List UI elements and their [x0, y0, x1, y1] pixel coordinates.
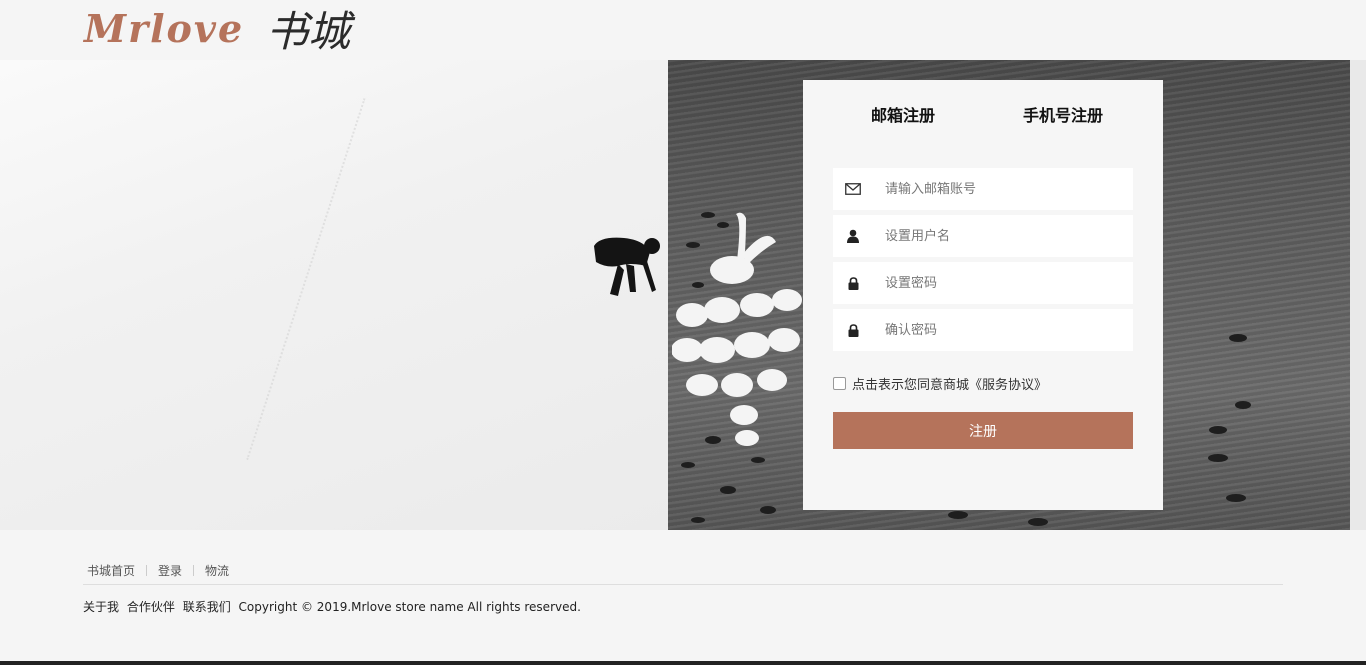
lock-icon	[833, 309, 873, 351]
agreement-row: 点击表示您同意商城《服务协议》	[833, 374, 1047, 393]
footer-divider	[193, 565, 195, 576]
user-icon	[833, 215, 873, 257]
bottom-bar	[0, 661, 1366, 665]
confirm-password-input[interactable]	[883, 321, 1127, 339]
footer-divider	[146, 565, 148, 576]
footer-nav: 书城首页 登录 物流	[87, 562, 229, 579]
footer-link-partners[interactable]: 合作伙伴	[127, 600, 175, 614]
tab-phone-register[interactable]: 手机号注册	[1023, 102, 1103, 126]
email-field	[833, 168, 1133, 210]
password-field	[833, 262, 1133, 304]
swans-illustration	[672, 212, 802, 446]
username-field	[833, 215, 1133, 257]
username-input[interactable]	[883, 227, 1127, 245]
banner-edge	[1350, 60, 1366, 530]
copyright-text: Copyright © 2019.Mrlove store name All r…	[238, 600, 581, 614]
email-input[interactable]	[883, 180, 1127, 198]
footprints	[246, 98, 556, 522]
confirm-password-field	[833, 309, 1133, 351]
agreement-text[interactable]: 点击表示您同意商城《服务协议》	[852, 374, 1047, 393]
copyright-row: 关于我 合作伙伴 联系我们 Copyright © 2019.Mrlove st…	[83, 598, 585, 615]
envelope-icon	[833, 168, 873, 210]
person-illustration	[594, 237, 660, 296]
tab-email-register[interactable]: 邮箱注册	[871, 102, 935, 126]
footer-link-logistics[interactable]: 物流	[205, 562, 229, 579]
register-button[interactable]: 注册	[833, 412, 1133, 449]
lock-icon	[833, 262, 873, 304]
footer-link-home[interactable]: 书城首页	[87, 562, 135, 579]
logo-english: Mrlove	[84, 5, 245, 51]
footer-divider-line	[83, 584, 1283, 585]
site-header: Mrlove 书城	[0, 0, 1366, 60]
logo-chinese: 书城	[266, 6, 351, 56]
footer-link-about[interactable]: 关于我	[83, 600, 119, 614]
footer-link-contact[interactable]: 联系我们	[183, 600, 231, 614]
site-logo[interactable]: Mrlove 书城	[84, 0, 350, 56]
footer-link-login[interactable]: 登录	[158, 562, 182, 579]
password-input[interactable]	[883, 274, 1127, 292]
snow-background	[0, 60, 672, 530]
register-card: 邮箱注册 手机号注册 点击表示您同意商城《服务协议》 注册	[803, 80, 1163, 510]
agreement-checkbox[interactable]	[833, 377, 846, 390]
register-tabs: 邮箱注册 手机号注册	[803, 102, 1163, 126]
